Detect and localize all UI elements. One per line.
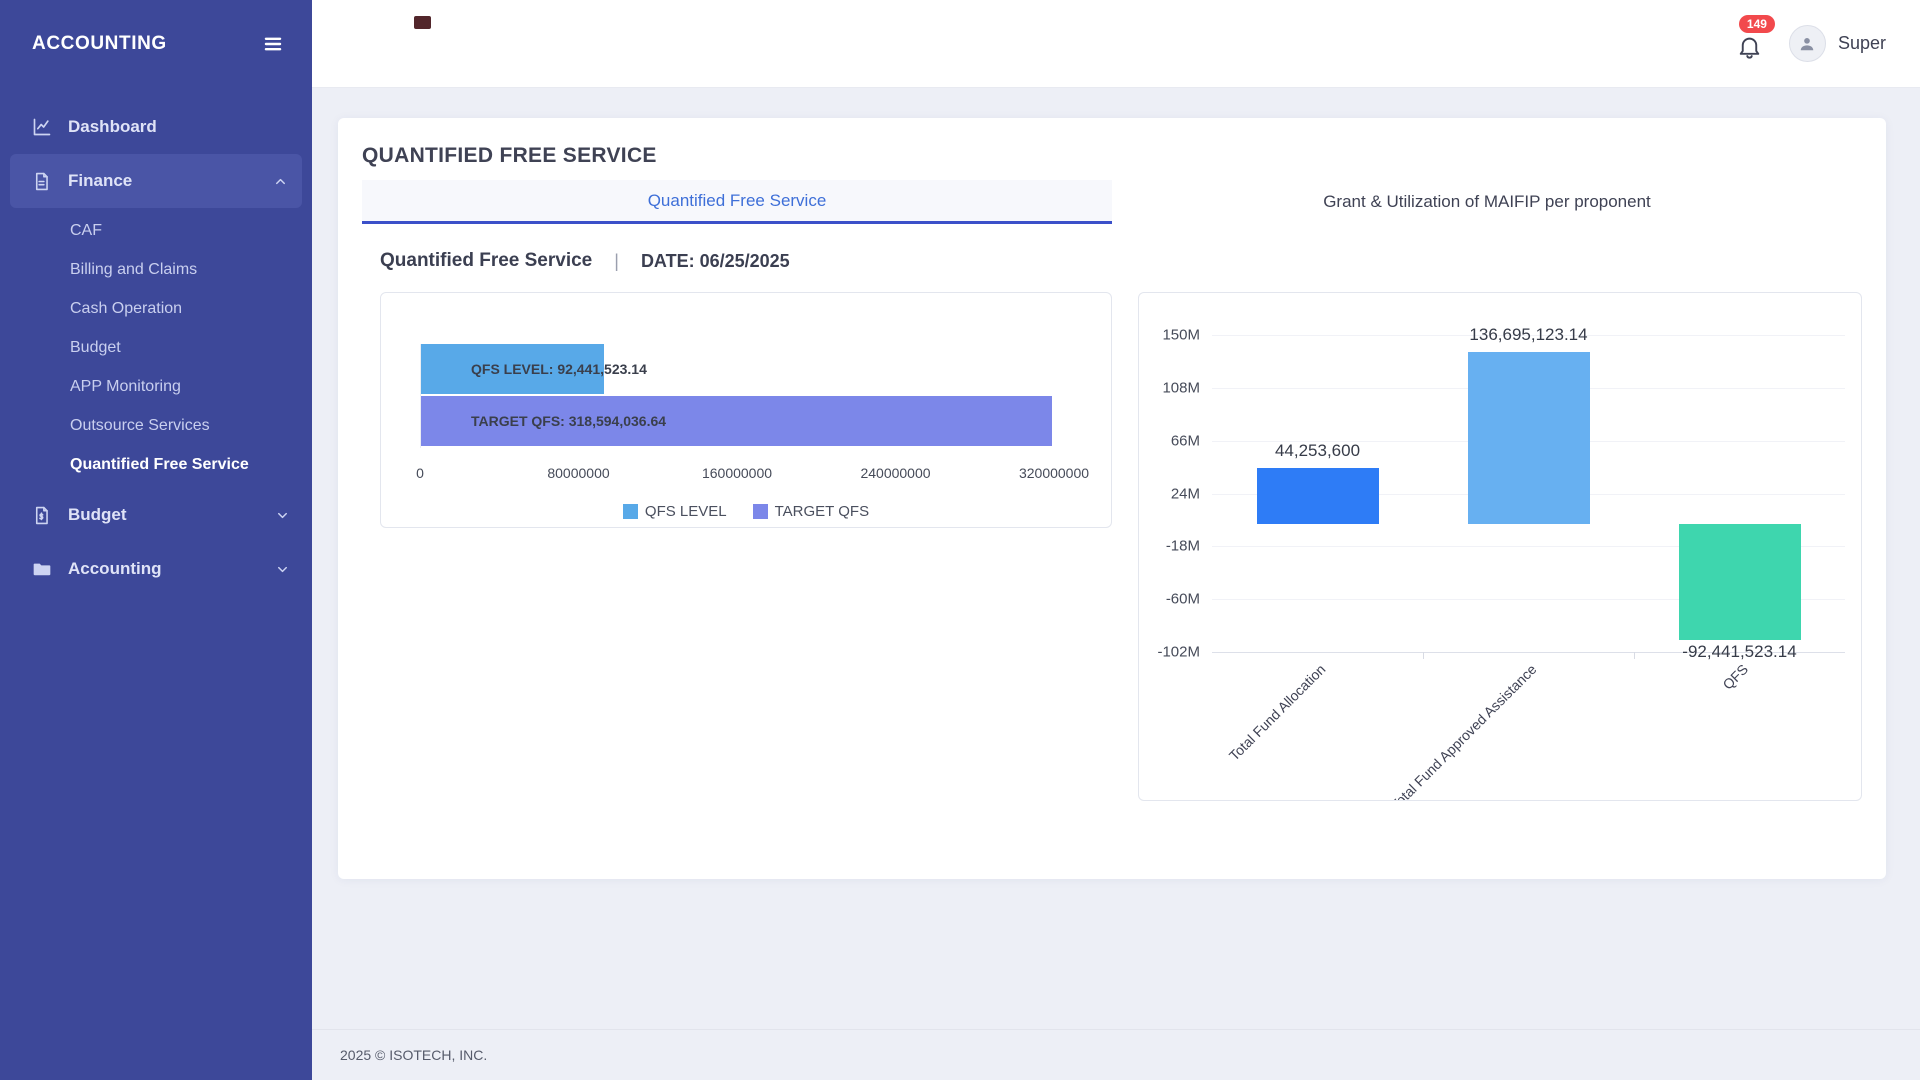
app-title: ACCOUNTING	[32, 33, 167, 55]
y-axis-tick-label: 150M	[1139, 327, 1200, 344]
legend-swatch-icon	[753, 504, 768, 519]
nav-label: Budget	[68, 505, 127, 525]
bar-value-label: -92,441,523.14	[1620, 642, 1860, 662]
page-title: QUANTIFIED FREE SERVICE	[362, 144, 1862, 168]
sidebar-header: ACCOUNTING	[0, 0, 312, 88]
subtitle-row: Quantified Free Service | DATE: 06/25/20…	[362, 250, 1862, 272]
notification-count-badge: 149	[1739, 15, 1775, 33]
nav-label: Finance	[68, 171, 132, 191]
legend-item-qfs-level: QFS LEVEL	[623, 503, 727, 520]
content-area: QUANTIFIED FREE SERVICE Quantified Free …	[312, 88, 1920, 1029]
fund-summary-chart: 150M 108M 66M 24M -18M -60M -102M 44,253,600 Tot…	[1138, 292, 1862, 801]
menu-toggle-icon[interactable]	[262, 33, 284, 55]
folder-icon	[32, 559, 53, 579]
category-label-text: Total Fund Approved Assistance	[1388, 661, 1540, 801]
tab-quantified-free-service[interactable]: Quantified Free Service	[362, 180, 1112, 224]
x-axis-tick-label: 80000000	[547, 465, 609, 481]
sidebar-subitem-cash-operation[interactable]: Cash Operation	[0, 289, 312, 328]
sidebar-subitem-outsource-services[interactable]: Outsource Services	[0, 406, 312, 445]
qfs-card: QUANTIFIED FREE SERVICE Quantified Free …	[338, 118, 1886, 879]
y-axis-tick-label: -18M	[1139, 538, 1200, 555]
sidebar-subitem-budget[interactable]: Budget	[0, 328, 312, 367]
separator: |	[614, 251, 619, 272]
sidebar-item-finance[interactable]: Finance	[10, 154, 302, 208]
notifications-button[interactable]: 149	[1736, 23, 1763, 65]
file-invoice-dollar-icon	[32, 506, 53, 525]
charts-row: QFS LEVEL: 92,441,523.14TARGET QFS: 318,…	[362, 292, 1862, 801]
x-axis-tick-label: 320000000	[1019, 465, 1089, 481]
chevron-up-icon	[273, 174, 288, 189]
sidebar-subitem-app-monitoring[interactable]: APP Monitoring	[0, 367, 312, 406]
user-name: Super	[1838, 33, 1886, 54]
bar-value-label: 136,695,123.14	[1409, 325, 1649, 345]
bell-icon	[1736, 33, 1763, 65]
sidebar-item-dashboard[interactable]: Dashboard	[0, 100, 312, 154]
sidebar-item-budget[interactable]: Budget	[0, 488, 312, 542]
legend-label: QFS LEVEL	[645, 503, 727, 520]
avatar	[1789, 25, 1826, 62]
bar-value-label: 44,253,600	[1198, 441, 1438, 461]
bar-qfs	[1679, 524, 1801, 640]
copyright-text: 2025 © ISOTECH, INC.	[340, 1047, 487, 1063]
tabs: Quantified Free Service Grant & Utilizat…	[362, 180, 1862, 224]
bar-total-fund-allocation	[1257, 468, 1379, 524]
date-label: DATE: 06/25/2025	[641, 251, 790, 272]
chart-section-title: Quantified Free Service	[380, 250, 592, 272]
x-axis-tick-label: 0	[416, 465, 424, 481]
hchart-plot-area: QFS LEVEL: 92,441,523.14TARGET QFS: 318,…	[420, 344, 1054, 448]
nav-label: Accounting	[68, 559, 162, 579]
bar-total-fund-approved-assistance	[1468, 352, 1590, 524]
footer: 2025 © ISOTECH, INC.	[312, 1029, 1920, 1080]
y-axis-tick-label: 66M	[1139, 432, 1200, 449]
chevron-down-icon	[275, 508, 290, 523]
chart-legend: QFS LEVEL TARGET QFS	[381, 503, 1111, 520]
x-axis-tick	[1423, 652, 1424, 659]
legend-item-target-qfs: TARGET QFS	[753, 503, 869, 520]
finance-submenu: CAFBilling and ClaimsCash OperationBudge…	[0, 208, 312, 488]
x-axis-tick-label: 240000000	[860, 465, 930, 481]
chevron-down-icon	[275, 562, 290, 577]
nav-label: Dashboard	[68, 117, 157, 137]
sidebar-nav: Dashboard Finance CAFBilling and ClaimsC…	[0, 88, 312, 596]
y-axis-tick-label: 108M	[1139, 379, 1200, 396]
logo-placeholder	[414, 16, 431, 29]
topbar: 149 Super	[312, 0, 1920, 88]
sidebar-subitem-caf[interactable]: CAF	[0, 211, 312, 250]
file-invoice-icon	[32, 172, 53, 191]
legend-label: TARGET QFS	[775, 503, 869, 520]
bar-data-label: QFS LEVEL: 92,441,523.14	[471, 344, 647, 394]
y-axis-tick-label: -60M	[1139, 591, 1200, 608]
sidebar-subitem-billing-and-claims[interactable]: Billing and Claims	[0, 250, 312, 289]
legend-swatch-icon	[623, 504, 638, 519]
user-menu[interactable]: Super	[1789, 25, 1886, 62]
sidebar-subitem-quantified-free-service[interactable]: Quantified Free Service	[0, 445, 312, 484]
y-axis-tick-label: 24M	[1139, 485, 1200, 502]
x-axis-tick-label: 160000000	[702, 465, 772, 481]
tab-grant-utilization-maifip[interactable]: Grant & Utilization of MAIFIP per propon…	[1112, 180, 1862, 224]
category-label-text: Total Fund Allocation	[1226, 661, 1329, 764]
category-label-text: QFS	[1719, 661, 1751, 693]
chart-line-icon	[32, 117, 53, 137]
y-axis-tick-label: -102M	[1139, 644, 1200, 661]
hchart-x-axis: 080000000160000000240000000320000000	[420, 465, 1054, 485]
sidebar-item-accounting[interactable]: Accounting	[0, 542, 312, 596]
qfs-level-vs-target-chart: QFS LEVEL: 92,441,523.14TARGET QFS: 318,…	[380, 292, 1112, 528]
sidebar: ACCOUNTING Dashboard Finance CAFBilling …	[0, 0, 312, 1080]
bar-data-label: TARGET QFS: 318,594,036.64	[471, 396, 666, 446]
main-area: 149 Super QUANTIFIED FREE SERVICE Quanti…	[312, 0, 1920, 1080]
